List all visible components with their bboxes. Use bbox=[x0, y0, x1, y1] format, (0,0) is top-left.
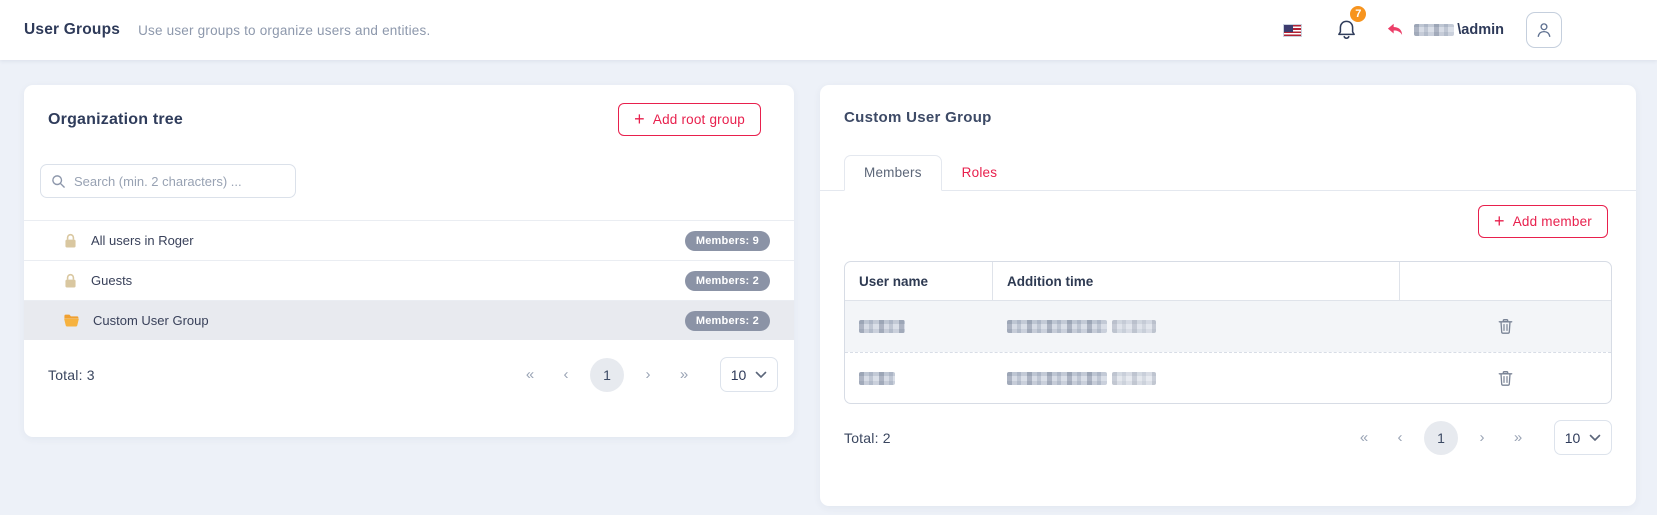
custom-user-group-panel: Custom User Group Members Roles + Add me… bbox=[820, 85, 1636, 506]
column-header-addition-time: Addition time bbox=[993, 262, 1400, 300]
tab-roles[interactable]: Roles bbox=[942, 155, 1018, 191]
censored-account-name bbox=[1414, 24, 1454, 36]
first-page-button[interactable]: « bbox=[1352, 429, 1376, 446]
group-list: All users in Roger Members: 9 Guests Mem… bbox=[24, 220, 794, 340]
us-flag-icon[interactable] bbox=[1283, 24, 1302, 37]
censored-user-name bbox=[859, 372, 895, 385]
reply-arrow-icon bbox=[1386, 22, 1404, 38]
plus-icon: + bbox=[1494, 212, 1505, 230]
censored-addition-time bbox=[1112, 320, 1156, 333]
page-subtitle: Use user groups to organize users and en… bbox=[138, 23, 430, 38]
addition-time-cell bbox=[993, 372, 1400, 385]
top-header: User Groups Use user groups to organize … bbox=[0, 0, 1657, 60]
plus-icon: + bbox=[634, 110, 645, 128]
add-root-group-label: Add root group bbox=[653, 112, 745, 127]
search-icon bbox=[51, 174, 66, 189]
column-header-actions bbox=[1400, 262, 1611, 300]
folder-open-icon bbox=[63, 313, 80, 328]
next-page-button[interactable]: › bbox=[636, 366, 660, 383]
flag-canton bbox=[1284, 25, 1293, 32]
organization-tree-panel: Organization tree + Add root group All u… bbox=[24, 85, 794, 437]
members-total-label: Total: 2 bbox=[844, 430, 891, 446]
chevron-down-icon bbox=[755, 371, 767, 379]
members-count-badge: Members: 9 bbox=[685, 231, 770, 251]
org-total-label: Total: 3 bbox=[48, 367, 95, 383]
page-size-value: 10 bbox=[1565, 430, 1581, 446]
page-title: User Groups bbox=[24, 21, 120, 39]
group-row-custom-user-group[interactable]: Custom User Group Members: 2 bbox=[24, 300, 794, 340]
first-page-button[interactable]: « bbox=[518, 366, 542, 383]
row-actions-cell bbox=[1400, 366, 1611, 391]
members-pagination: « ‹ 1 › » 10 bbox=[1352, 420, 1612, 455]
current-page-indicator[interactable]: 1 bbox=[590, 358, 624, 392]
group-name: Guests bbox=[91, 273, 132, 288]
account-label: \admin bbox=[1457, 22, 1504, 38]
members-table: User name Addition time bbox=[844, 261, 1612, 404]
group-row-all-users[interactable]: All users in Roger Members: 9 bbox=[24, 220, 794, 260]
prev-page-button[interactable]: ‹ bbox=[554, 366, 578, 383]
delete-member-button[interactable] bbox=[1494, 314, 1517, 339]
page-size-select[interactable]: 10 bbox=[720, 357, 778, 392]
censored-addition-time bbox=[1007, 320, 1107, 333]
table-row bbox=[845, 352, 1611, 403]
table-row bbox=[845, 301, 1611, 352]
prev-page-button[interactable]: ‹ bbox=[1388, 429, 1412, 446]
org-panel-header: Organization tree + Add root group bbox=[24, 85, 794, 136]
censored-user-name bbox=[859, 320, 905, 333]
group-search-input[interactable] bbox=[74, 174, 285, 189]
org-pagination: « ‹ 1 › » 10 bbox=[518, 357, 778, 392]
page-size-value: 10 bbox=[731, 367, 747, 383]
trash-icon bbox=[1498, 318, 1513, 335]
detail-panel-footer: Total: 2 « ‹ 1 › » 10 bbox=[820, 420, 1636, 455]
trash-icon bbox=[1498, 370, 1513, 387]
org-panel-title: Organization tree bbox=[48, 111, 183, 129]
group-name: All users in Roger bbox=[91, 233, 194, 248]
add-root-group-button[interactable]: + Add root group bbox=[618, 103, 761, 136]
group-search-box[interactable] bbox=[40, 164, 296, 198]
add-member-label: Add member bbox=[1513, 214, 1592, 229]
censored-addition-time bbox=[1112, 372, 1156, 385]
chevron-down-icon bbox=[1589, 434, 1601, 442]
account-area[interactable]: \admin bbox=[1386, 22, 1504, 38]
org-panel-footer: Total: 3 « ‹ 1 › » 10 bbox=[24, 357, 794, 392]
profile-button[interactable] bbox=[1526, 12, 1562, 48]
members-table-header: User name Addition time bbox=[845, 262, 1611, 301]
members-count-badge: Members: 2 bbox=[685, 271, 770, 291]
detail-panel-title: Custom User Group bbox=[820, 85, 1636, 126]
censored-addition-time bbox=[1007, 372, 1107, 385]
user-name-cell bbox=[845, 320, 993, 333]
add-member-toolbar: + Add member bbox=[820, 191, 1636, 238]
notification-count-badge[interactable]: 7 bbox=[1348, 4, 1368, 24]
next-page-button[interactable]: › bbox=[1470, 429, 1494, 446]
group-name: Custom User Group bbox=[93, 313, 209, 328]
last-page-button[interactable]: » bbox=[1506, 429, 1530, 446]
row-actions-cell bbox=[1400, 314, 1611, 339]
members-count-badge: Members: 2 bbox=[685, 311, 770, 331]
delete-member-button[interactable] bbox=[1494, 366, 1517, 391]
detail-tabs: Members Roles bbox=[820, 155, 1636, 191]
group-row-guests[interactable]: Guests Members: 2 bbox=[24, 260, 794, 300]
tab-members[interactable]: Members bbox=[844, 155, 942, 191]
current-page-indicator[interactable]: 1 bbox=[1424, 421, 1458, 455]
add-member-button[interactable]: + Add member bbox=[1478, 205, 1608, 238]
column-header-user-name: User name bbox=[845, 262, 993, 300]
page-size-select[interactable]: 10 bbox=[1554, 420, 1612, 455]
user-name-cell bbox=[845, 372, 993, 385]
notifications-button[interactable]: 7 bbox=[1336, 18, 1358, 42]
lock-icon bbox=[63, 233, 78, 249]
last-page-button[interactable]: » bbox=[672, 366, 696, 383]
person-icon bbox=[1535, 21, 1553, 39]
lock-icon bbox=[63, 273, 78, 289]
addition-time-cell bbox=[993, 320, 1400, 333]
